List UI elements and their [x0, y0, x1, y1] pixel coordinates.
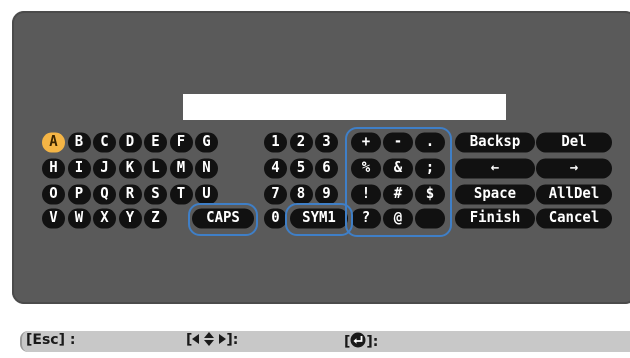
key-n[interactable]: N	[195, 158, 218, 179]
key-g[interactable]: G	[195, 132, 218, 153]
key-f[interactable]: F	[169, 132, 193, 153]
cancel-key[interactable]: Cancel	[536, 208, 612, 229]
key-a[interactable]: A	[42, 132, 65, 153]
key-period[interactable]: .	[415, 132, 445, 153]
key-b[interactable]: B	[67, 132, 91, 153]
key-p[interactable]: P	[67, 184, 91, 205]
esc-help: [Esc] :	[26, 332, 76, 348]
key-blank[interactable]	[415, 208, 445, 229]
help-bar: [Esc] : []: []:	[20, 331, 630, 352]
backspace-key[interactable]: Backsp	[455, 132, 535, 153]
key-l[interactable]: L	[144, 158, 167, 179]
space-key[interactable]: Space	[455, 184, 535, 205]
arrows-help: []:	[186, 332, 239, 348]
key-s[interactable]: S	[144, 184, 167, 205]
key-digit-6[interactable]: 6	[315, 158, 338, 179]
key-digit-7[interactable]: 7	[264, 184, 287, 205]
all-delete-key[interactable]: AllDel	[536, 184, 612, 205]
key-t[interactable]: T	[169, 184, 193, 205]
key-j[interactable]: J	[93, 158, 116, 179]
key-q[interactable]: Q	[93, 184, 116, 205]
key-at[interactable]: @	[383, 208, 413, 229]
key-u[interactable]: U	[195, 184, 218, 205]
onscreen-keyboard-panel	[12, 11, 630, 304]
enter-key-icon	[350, 332, 366, 348]
key-h[interactable]: H	[42, 158, 65, 179]
key-k[interactable]: K	[118, 158, 142, 179]
caps-key[interactable]: CAPS	[192, 208, 254, 229]
key-digit-2[interactable]: 2	[289, 132, 313, 153]
key-x[interactable]: X	[93, 208, 116, 229]
key-digit-5[interactable]: 5	[289, 158, 313, 179]
cursor-right-key[interactable]: →	[536, 158, 612, 179]
key-hash[interactable]: #	[383, 184, 413, 205]
key-digit-4[interactable]: 4	[264, 158, 287, 179]
key-y[interactable]: Y	[118, 208, 142, 229]
delete-key[interactable]: Del	[536, 132, 612, 153]
key-e[interactable]: E	[144, 132, 167, 153]
key-digit-0[interactable]: 0	[264, 208, 287, 229]
key-v[interactable]: V	[42, 208, 65, 229]
key-w[interactable]: W	[67, 208, 91, 229]
key-digit-3[interactable]: 3	[315, 132, 338, 153]
key-plus[interactable]: +	[351, 132, 381, 153]
key-r[interactable]: R	[118, 184, 142, 205]
sym1-key[interactable]: SYM1	[290, 208, 348, 229]
key-z[interactable]: Z	[144, 208, 167, 229]
key-d[interactable]: D	[118, 132, 142, 153]
finish-key[interactable]: Finish	[455, 208, 535, 229]
key-question[interactable]: ?	[351, 208, 381, 229]
key-i[interactable]: I	[67, 158, 91, 179]
key-c[interactable]: C	[93, 132, 116, 153]
key-dollar[interactable]: $	[415, 184, 445, 205]
cursor-left-key[interactable]: ←	[455, 158, 535, 179]
key-percent[interactable]: %	[351, 158, 381, 179]
arrow-keys-icon	[192, 332, 227, 346]
key-minus[interactable]: -	[383, 132, 413, 153]
key-m[interactable]: M	[169, 158, 193, 179]
key-digit-9[interactable]: 9	[315, 184, 338, 205]
key-o[interactable]: O	[42, 184, 65, 205]
key-digit-8[interactable]: 8	[289, 184, 313, 205]
enter-help: []:	[344, 332, 379, 350]
key-digit-1[interactable]: 1	[264, 132, 287, 153]
text-input-field[interactable]	[183, 94, 506, 120]
key-ampersand[interactable]: &	[383, 158, 413, 179]
key-semicolon[interactable]: ;	[415, 158, 445, 179]
key-exclamation[interactable]: !	[351, 184, 381, 205]
